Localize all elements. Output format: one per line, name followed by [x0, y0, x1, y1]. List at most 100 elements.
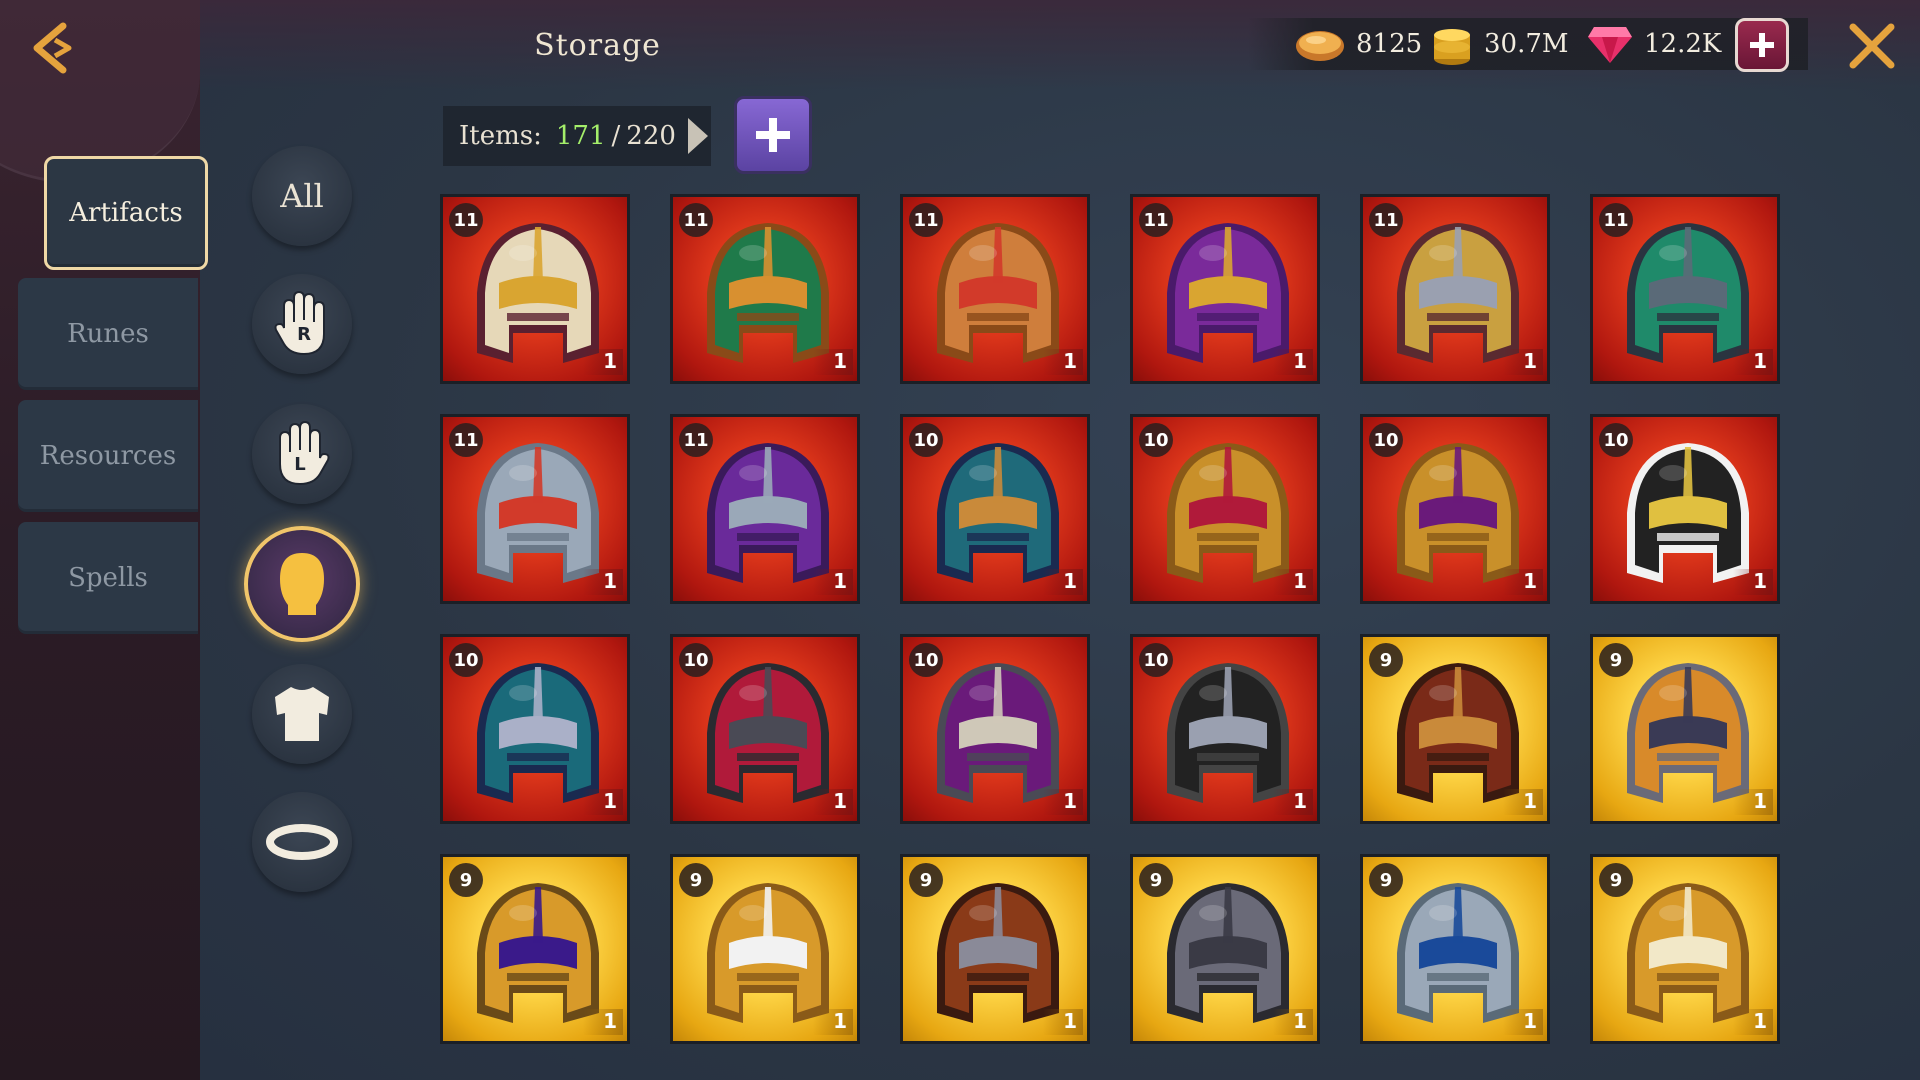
- item-slot[interactable]: 10 1: [900, 634, 1090, 824]
- chevron-right-icon: [688, 118, 708, 154]
- item-level-badge: 9: [1369, 643, 1403, 677]
- ring-icon: [266, 824, 338, 860]
- item-level-badge: 11: [449, 423, 483, 457]
- item-quantity: 1: [583, 569, 623, 595]
- close-button[interactable]: [1842, 18, 1902, 74]
- item-quantity: 1: [1273, 569, 1313, 595]
- back-arrow-icon: [33, 22, 72, 74]
- item-quantity: 1: [813, 349, 853, 375]
- gem-icon: [1588, 27, 1632, 63]
- bread-amount: 8125: [1356, 29, 1423, 59]
- item-quantity: 1: [1733, 569, 1773, 595]
- svg-text:L: L: [294, 454, 305, 475]
- gold-currency: 30.7M: [1430, 20, 1569, 68]
- gold-amount: 30.7M: [1484, 29, 1569, 59]
- item-slot[interactable]: 11 1: [1360, 194, 1550, 384]
- tab-artifacts[interactable]: Artifacts: [44, 156, 208, 270]
- item-slot[interactable]: 10 1: [900, 414, 1090, 604]
- filter-all[interactable]: All: [252, 146, 352, 246]
- gem-currency: 12.2K: [1586, 20, 1721, 68]
- head-icon: [280, 553, 324, 615]
- tab-runes[interactable]: Runes: [18, 278, 198, 390]
- item-quantity: 1: [813, 1009, 853, 1035]
- item-level-badge: 10: [679, 643, 713, 677]
- items-counter: Items: 171 / 220: [443, 106, 711, 166]
- filter-head[interactable]: [244, 526, 360, 642]
- filter-body[interactable]: [252, 664, 352, 764]
- item-quantity: 1: [583, 349, 623, 375]
- item-quantity: 1: [583, 1009, 623, 1035]
- item-quantity: 1: [813, 789, 853, 815]
- item-level-badge: 11: [909, 203, 943, 237]
- tab-resources[interactable]: Resources: [18, 400, 198, 512]
- svg-text:R: R: [297, 324, 311, 345]
- filter-all-label: All: [280, 177, 324, 215]
- item-level-badge: 11: [1369, 203, 1403, 237]
- close-icon: [1849, 23, 1895, 69]
- item-level-badge: 9: [1599, 643, 1633, 677]
- item-slot[interactable]: 10 1: [1590, 414, 1780, 604]
- item-quantity: 1: [583, 789, 623, 815]
- item-slot[interactable]: 91: [1360, 634, 1550, 824]
- item-slot[interactable]: 91: [1590, 634, 1780, 824]
- item-quantity: 1: [1503, 789, 1543, 815]
- item-quantity: 1: [1043, 349, 1083, 375]
- plus-icon: [756, 118, 790, 152]
- item-slot[interactable]: 91: [1130, 854, 1320, 1044]
- item-slot[interactable]: 10 1: [1360, 414, 1550, 604]
- expand-storage-button[interactable]: [734, 96, 812, 174]
- item-slot[interactable]: 11 1: [440, 194, 630, 384]
- plus-icon: [1750, 33, 1774, 57]
- item-quantity: 1: [1733, 789, 1773, 815]
- left-hand-icon: L: [279, 420, 330, 486]
- item-level-badge: 10: [1599, 423, 1633, 457]
- item-slot[interactable]: 11 1: [440, 414, 630, 604]
- item-slot[interactable]: 91: [1590, 854, 1780, 1044]
- item-quantity: 1: [1273, 789, 1313, 815]
- items-label: Items:: [459, 121, 542, 151]
- item-slot[interactable]: 10 1: [440, 634, 630, 824]
- filter-left-hand[interactable]: L: [252, 404, 352, 504]
- gold-coins-icon: [1434, 29, 1470, 65]
- bread-icon: [1296, 31, 1344, 61]
- item-slot[interactable]: 11 1: [670, 194, 860, 384]
- back-button[interactable]: [22, 18, 88, 78]
- item-level-badge: 11: [449, 203, 483, 237]
- item-slot[interactable]: 10 1: [1130, 634, 1320, 824]
- filter-ring[interactable]: [252, 792, 352, 892]
- item-level-badge: 11: [679, 423, 713, 457]
- item-level-badge: 10: [1139, 643, 1173, 677]
- item-slot[interactable]: 10 1: [1130, 414, 1320, 604]
- item-level-badge: 9: [909, 863, 943, 897]
- buy-currency-button[interactable]: [1735, 18, 1789, 72]
- item-slot[interactable]: 91: [440, 854, 630, 1044]
- item-slot[interactable]: 11 1: [1590, 194, 1780, 384]
- page-title: Storage: [534, 28, 661, 63]
- item-level-badge: 10: [1139, 423, 1173, 457]
- item-level-badge: 10: [909, 643, 943, 677]
- item-quantity: 1: [813, 569, 853, 595]
- filter-right-hand[interactable]: R: [252, 274, 352, 374]
- item-slot[interactable]: 10 1: [670, 634, 860, 824]
- item-slot[interactable]: 91: [670, 854, 860, 1044]
- item-slot[interactable]: 11 1: [670, 414, 860, 604]
- torso-icon: [275, 687, 329, 741]
- item-slot[interactable]: 91: [1360, 854, 1550, 1044]
- items-current: 171: [555, 121, 606, 151]
- item-slot[interactable]: 11 1: [900, 194, 1090, 384]
- tab-spells[interactable]: Spells: [18, 522, 198, 634]
- item-slot[interactable]: 91: [900, 854, 1090, 1044]
- item-level-badge: 10: [1369, 423, 1403, 457]
- items-max: 220: [626, 121, 676, 151]
- item-grid: 11 1 11 1 11 1 11 1 11 1 11 1 11 1 11 1 10 1 10 1 10 1 10 1 10 1 1…: [440, 194, 1780, 1044]
- item-slot[interactable]: 11 1: [1130, 194, 1320, 384]
- item-quantity: 1: [1733, 1009, 1773, 1035]
- item-quantity: 1: [1273, 349, 1313, 375]
- item-quantity: 1: [1043, 569, 1083, 595]
- bread-currency: 8125: [1294, 20, 1422, 68]
- item-level-badge: 9: [679, 863, 713, 897]
- item-quantity: 1: [1733, 349, 1773, 375]
- item-level-badge: 11: [679, 203, 713, 237]
- item-level-badge: 9: [1599, 863, 1633, 897]
- item-quantity: 1: [1043, 789, 1083, 815]
